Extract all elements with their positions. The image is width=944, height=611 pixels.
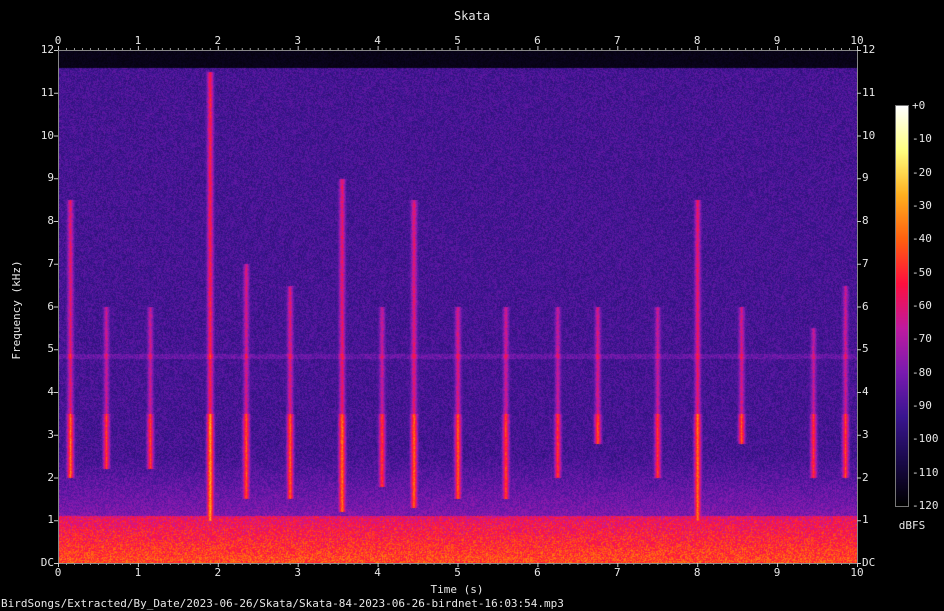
x-tick-label-bottom: 9 <box>773 566 781 579</box>
colorbar-tick-label: -20 <box>912 165 932 179</box>
y-tick-label-left: 9 <box>47 171 54 185</box>
y-tick-label-left: 11 <box>40 85 54 99</box>
x-tick-label-bottom: 6 <box>534 566 541 579</box>
x-tick-label-bottom: 2 <box>214 566 222 579</box>
y-tick-label-left: 6 <box>47 299 54 313</box>
y-tick-label-right: 4 <box>862 385 869 398</box>
x-tick-label-top: 8 <box>693 34 701 47</box>
x-tick-label-bottom: 5 <box>454 566 461 579</box>
y-tick-label-left: 10 <box>40 128 54 142</box>
x-tick-label-top: 0 <box>54 34 62 47</box>
y-tick-label-right: 11 <box>862 85 876 99</box>
colorbar-tick-label: -100 <box>912 432 939 446</box>
y-axis-label: Frequency (kHz) <box>10 260 23 360</box>
colorbar-tick-label: -30 <box>912 199 932 212</box>
colorbar-tick-label: +0 <box>912 99 926 112</box>
plot-border <box>58 50 858 564</box>
x-tick-label-bottom: 4 <box>374 566 381 579</box>
y-tick-label-right: 10 <box>862 128 876 142</box>
x-tick-label-bottom: 1 <box>134 566 142 579</box>
y-tick-label-right: 1 <box>862 513 869 527</box>
x-axis-label: Time (s) <box>430 583 484 596</box>
y-tick-label-right: 5 <box>862 342 869 356</box>
y-tick-label-left: 7 <box>47 256 54 270</box>
colorbar-tick-label: -70 <box>912 332 932 346</box>
colorbar-tick-label: -10 <box>912 132 932 146</box>
y-tick-label-left: 2 <box>47 470 54 484</box>
y-tick-label-right: 12 <box>862 43 876 56</box>
x-tick-label-bottom: 8 <box>693 566 701 579</box>
y-tick-label-right: 6 <box>862 299 869 313</box>
colorbar-tick-label: -120 <box>912 499 939 512</box>
axes-frame <box>54 46 909 567</box>
file-path-label: BirdSongs/Extracted/By_Date/2023-06-26/S… <box>1 597 564 610</box>
y-tick-label-left: 3 <box>47 427 54 441</box>
colorbar-tick-label: -40 <box>912 232 932 246</box>
x-tick-label-bottom: 7 <box>613 566 621 579</box>
x-tick-label-top: 3 <box>294 34 301 47</box>
x-tick-label-bottom: 3 <box>294 566 301 579</box>
y-tick-label-right: 3 <box>862 427 869 441</box>
y-tick-label-right: 2 <box>862 470 869 484</box>
colorbar-tick-label: -80 <box>912 365 932 379</box>
y-tick-label-right: 9 <box>862 171 869 185</box>
colorbar-tick-label: -50 <box>912 265 932 279</box>
colorbar-tick-label: -110 <box>912 465 939 479</box>
y-tick-label-right: DC <box>862 556 876 569</box>
x-tick-label-top: 7 <box>613 34 621 47</box>
colorbar-unit-label: dBFS <box>898 519 926 532</box>
colorbar-tick-label: -90 <box>912 399 932 412</box>
y-tick-label-left: 1 <box>47 513 54 527</box>
colorbar-tick-label: -60 <box>912 299 932 312</box>
y-tick-label-right: 8 <box>862 214 869 227</box>
x-tick-label-top: 6 <box>534 34 541 47</box>
y-tick-label-left: 8 <box>47 214 54 227</box>
colorbar-border <box>895 105 909 507</box>
y-tick-label-right: 7 <box>862 256 869 270</box>
x-tick-label-top: 1 <box>134 34 142 47</box>
y-tick-label-left: DC <box>40 556 54 569</box>
spectrogram-figure: Skata Time (s) Frequency (kHz) dBFS Bird… <box>0 0 944 611</box>
chart-title: Skata <box>453 9 491 23</box>
x-tick-label-top: 4 <box>374 34 381 47</box>
y-tick-label-left: 5 <box>47 342 54 356</box>
y-tick-label-left: 12 <box>40 43 54 56</box>
x-tick-label-top: 2 <box>214 34 222 47</box>
y-tick-label-left: 4 <box>47 385 54 398</box>
x-tick-label-bottom: 0 <box>54 566 62 579</box>
x-tick-label-top: 9 <box>773 34 781 47</box>
x-tick-label-top: 5 <box>454 34 461 47</box>
